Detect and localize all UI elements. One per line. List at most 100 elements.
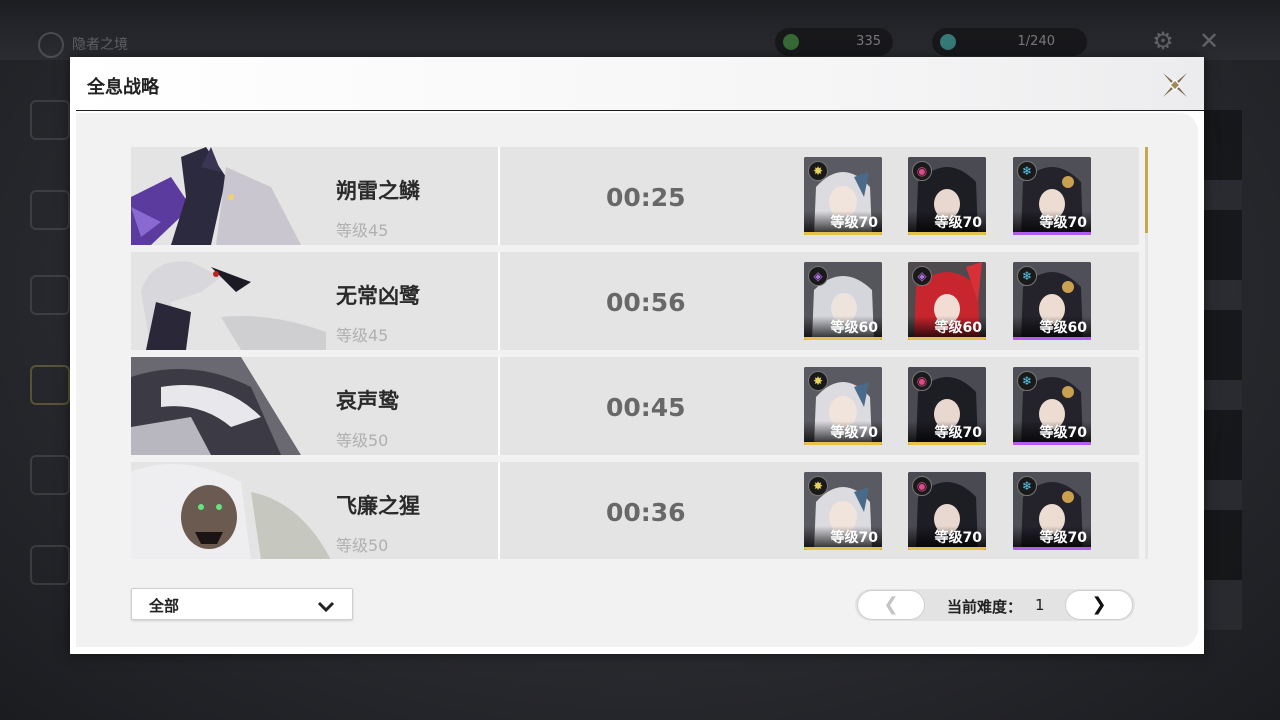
boss-portrait [131,147,331,245]
character-level: 等级60 [1039,320,1087,336]
background-right-strip [1202,110,1242,630]
boss-level: 等级50 [336,536,389,555]
currency-a: 335 [775,28,893,56]
fusion-icon: ◉ [912,161,932,181]
header-divider [76,110,1204,111]
character-card[interactable]: ◉ 等级70 [908,157,986,235]
character-card[interactable]: ❄ 等级70 [1013,157,1091,235]
character-card[interactable]: ◈ 等级60 [804,262,882,340]
close-icon [1163,73,1187,97]
character-level: 等级70 [830,215,878,231]
spectro-icon: ✸ [808,476,828,496]
character-card[interactable]: ✸ 等级70 [804,157,882,235]
character-level: 等级70 [934,530,982,546]
clear-time: 00:56 [606,288,686,317]
boss-name: 无常凶鹭 [336,284,420,308]
currency-b-icon [940,34,956,50]
glacio-icon: ❄ [1017,371,1037,391]
glacio-icon: ❄ [1017,161,1037,181]
background-topbar [0,0,1280,60]
rarity-bar [804,442,882,445]
close-button[interactable] [1160,70,1190,100]
rarity-bar [908,337,986,340]
modal-header: 全息战略 [70,57,1204,111]
rarity-bar [804,337,882,340]
character-level: 等级70 [830,530,878,546]
character-card[interactable]: ◉ 等级70 [908,472,986,550]
background-close-icon: ✕ [1198,27,1220,55]
background-side-icon [30,100,70,140]
row-divider [498,462,500,559]
holographic-strategy-modal: 全息战略 朔雷之鳞 等级45 00:25 ✸ 等级70 ◉ 等级70 ❄ 等级7… [70,57,1204,654]
glacio-icon: ❄ [1017,476,1037,496]
rarity-bar [804,547,882,550]
boss-portrait [131,357,331,455]
rarity-bar [908,232,986,235]
clear-time: 00:45 [606,393,686,422]
character-card[interactable]: ❄ 等级60 [1013,262,1091,340]
character-level: 等级70 [1039,215,1087,231]
glacio-icon: ❄ [1017,266,1037,286]
character-card[interactable]: ◈ 等级60 [908,262,986,340]
boss-name: 飞廉之猩 [336,494,420,518]
boss-name: 朔雷之鳞 [336,179,420,203]
clear-time: 00:36 [606,498,686,527]
character-level: 等级60 [934,320,982,336]
difficulty-label: 当前难度： [947,598,1023,616]
character-level: 等级70 [1039,530,1087,546]
background-settings-icon: ⚙ [1152,27,1174,55]
currency-a-icon [783,34,799,50]
background-side-icon [30,455,70,495]
rarity-bar [908,547,986,550]
character-level: 等级70 [830,425,878,441]
home-icon [38,32,64,58]
row-divider [498,357,500,455]
rarity-bar [908,442,986,445]
boss-row[interactable]: 飞廉之猩 等级50 00:36 ✸ 等级70 ◉ 等级70 ❄ 等级70 [131,462,1139,559]
boss-row[interactable]: 朔雷之鳞 等级45 00:25 ✸ 等级70 ◉ 等级70 ❄ 等级70 [131,147,1139,245]
filter-dropdown[interactable]: 全部 [131,588,353,620]
boss-row[interactable]: 无常凶鹭 等级45 00:56 ◈ 等级60 ◈ 等级60 ❄ 等级60 [131,252,1139,350]
previous-difficulty-button[interactable]: ❮ [857,590,925,620]
rarity-bar [1013,337,1091,340]
character-card[interactable]: ✸ 等级70 [804,472,882,550]
boss-row[interactable]: 哀声鸷 等级50 00:45 ✸ 等级70 ◉ 等级70 ❄ 等级70 [131,357,1139,455]
fusion-icon: ◉ [912,476,932,496]
background-side-icon [30,275,70,315]
character-card[interactable]: ❄ 等级70 [1013,472,1091,550]
chevron-down-icon [317,598,335,617]
character-card[interactable]: ◉ 等级70 [908,367,986,445]
clear-time: 00:25 [606,183,686,212]
row-divider [498,147,500,245]
row-divider [498,252,500,350]
boss-level: 等级50 [336,431,389,450]
boss-portrait [131,462,331,559]
difficulty-value: 1 [1035,596,1045,614]
boss-list[interactable]: 朔雷之鳞 等级45 00:25 ✸ 等级70 ◉ 等级70 ❄ 等级70 无常凶… [131,147,1141,559]
rarity-bar [804,232,882,235]
boss-portrait [131,252,331,350]
rarity-bar [1013,547,1091,550]
character-level: 等级70 [1039,425,1087,441]
boss-level: 等级45 [336,326,389,345]
havoc-icon: ◈ [808,266,828,286]
fusion-icon: ◉ [912,371,932,391]
character-level: 等级70 [934,215,982,231]
spectro-icon: ✸ [808,371,828,391]
spectro-icon: ✸ [808,161,828,181]
currency-b: 1/240 [932,28,1087,56]
next-difficulty-button[interactable]: ❯ [1065,590,1133,620]
character-card[interactable]: ❄ 等级70 [1013,367,1091,445]
havoc-icon: ◈ [912,266,932,286]
filter-label: 全部 [149,597,180,615]
modal-title: 全息战略 [87,77,159,98]
background-title: 隐者之境 [72,37,128,53]
background-side-icon [30,545,70,585]
character-card[interactable]: ✸ 等级70 [804,367,882,445]
boss-name: 哀声鸷 [336,389,399,413]
background-side-icon [30,190,70,230]
character-level: 等级60 [830,320,878,336]
character-level: 等级70 [934,425,982,441]
scrollbar-thumb[interactable] [1145,147,1148,233]
boss-level: 等级45 [336,221,389,240]
